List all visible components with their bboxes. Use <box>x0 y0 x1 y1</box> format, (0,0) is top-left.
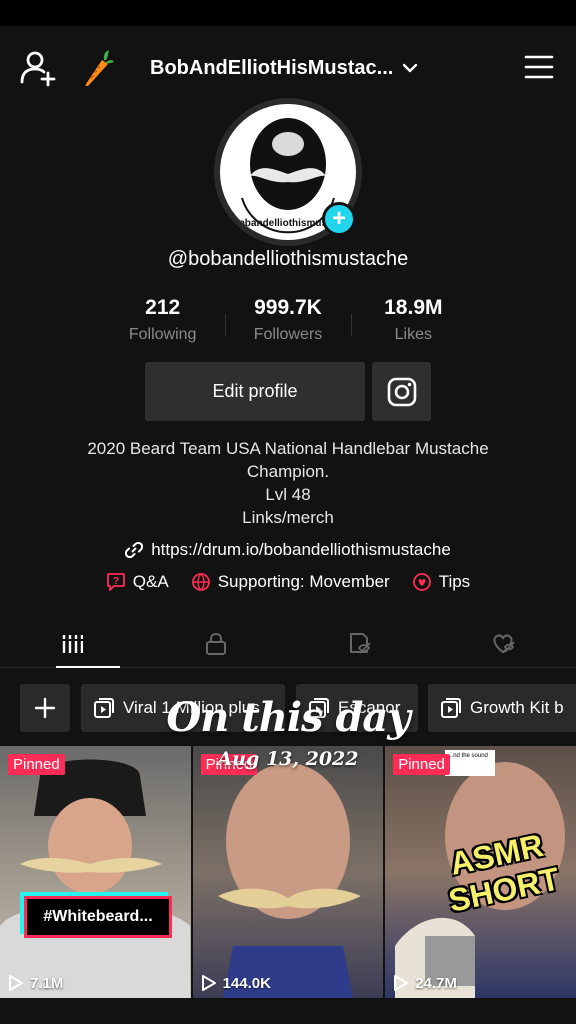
view-count: 24.7M <box>393 974 457 992</box>
video-caption: #Whitebeard... <box>24 896 172 938</box>
video-grid: Pinned #Whitebeard... 7.1M Pinned 144.0K <box>0 746 576 998</box>
stat-value: 18.9M <box>384 296 443 319</box>
instagram-icon <box>387 377 416 406</box>
profile-stats: 212 Following 999.7K Followers 18.9M Lik… <box>100 296 476 352</box>
play-icon <box>9 975 23 991</box>
chevron-down-icon <box>403 63 418 73</box>
qa-chip[interactable]: ? Q&A <box>106 572 169 592</box>
repost-hidden-icon <box>350 632 371 654</box>
link-icon <box>125 541 144 559</box>
profile-chips: ? Q&A Supporting: Movember Tips <box>0 572 576 592</box>
account-switcher[interactable]: BobAndElliotHisMustac... <box>150 50 450 86</box>
bio-line: Links/merch <box>242 508 334 527</box>
add-avatar-button[interactable]: + <box>322 202 356 236</box>
view-count: 144.0K <box>201 974 271 992</box>
content-tabs <box>0 620 576 668</box>
hamburger-icon[interactable] <box>524 54 554 80</box>
view-count: 7.1M <box>8 974 63 992</box>
on-this-day-date: Aug 13, 2022 <box>217 748 359 770</box>
profile-handle: @bobandelliothismustache <box>167 248 409 270</box>
carrot-icon[interactable] <box>82 48 114 88</box>
edit-profile-button[interactable]: Edit profile <box>145 362 365 421</box>
stat-following[interactable]: 212 Following <box>100 296 225 352</box>
tips-chip[interactable]: Tips <box>412 572 471 592</box>
bio-line: Champion. <box>246 462 330 481</box>
view-count-text: 144.0K <box>222 974 271 992</box>
qa-label: Q&A <box>132 572 169 591</box>
stat-label: Followers <box>253 326 323 343</box>
instagram-button[interactable] <box>372 362 431 421</box>
user-plus-icon[interactable] <box>18 48 58 88</box>
video-thumbnail[interactable]: Pinned 144.0K <box>192 746 384 998</box>
video-thumbnail[interactable]: Pinned #Whitebeard... 7.1M <box>0 746 191 998</box>
play-icon <box>201 975 216 991</box>
view-count-text: 24.7M <box>415 974 457 992</box>
stat-likes[interactable]: 18.9M Likes <box>350 296 476 352</box>
stat-label: Likes <box>394 326 432 343</box>
grid-icon <box>62 634 83 653</box>
qa-icon: ? <box>106 573 125 591</box>
profile-screen: BobAndElliotHisMustac... @bobandelliothi… <box>0 26 576 1024</box>
stat-value: 999.7K <box>254 296 322 319</box>
thumbnail-art <box>217 763 361 998</box>
tab-private[interactable] <box>144 620 288 667</box>
globe-heart-icon <box>191 573 210 591</box>
supporting-label: Supporting: Movember <box>217 572 390 591</box>
supporting-chip[interactable]: Supporting: Movember <box>191 572 390 592</box>
link-text: https://drum.io/bobandelliothismustache <box>151 540 451 559</box>
stat-value: 212 <box>145 296 181 319</box>
on-this-day-title: On this day <box>166 694 410 741</box>
liked-hidden-icon <box>493 633 515 653</box>
svg-text:?: ? <box>113 576 119 587</box>
account-name: BobAndElliotHisMustac... <box>150 56 394 79</box>
top-bar: BobAndElliotHisMustac... <box>0 26 576 106</box>
thumbnail-art <box>0 759 190 998</box>
stat-label: Following <box>128 326 197 343</box>
profile-link[interactable]: https://drum.io/bobandelliothismustache <box>0 540 576 560</box>
view-count-text: 7.1M <box>30 974 64 992</box>
tab-reposts[interactable] <box>288 620 432 667</box>
stat-followers[interactable]: 999.7K Followers <box>225 296 350 352</box>
bio-line: 2020 Beard Team USA National Handlebar M… <box>87 439 489 458</box>
tips-label: Tips <box>438 572 471 591</box>
avatar[interactable]: @bobandelliothismustache + <box>214 98 362 246</box>
lock-icon <box>206 632 226 655</box>
tab-videos[interactable] <box>0 620 144 668</box>
video-thumbnail[interactable]: ...nd the sound Pinned ASMR SHORT 24.7M <box>385 746 576 998</box>
tab-liked[interactable] <box>432 620 576 667</box>
play-icon <box>394 975 409 991</box>
tips-icon <box>412 573 431 591</box>
profile-bio: 2020 Beard Team USA National Handlebar M… <box>40 437 536 529</box>
status-bar <box>0 0 576 26</box>
bio-line: Lvl 48 <box>265 485 311 504</box>
